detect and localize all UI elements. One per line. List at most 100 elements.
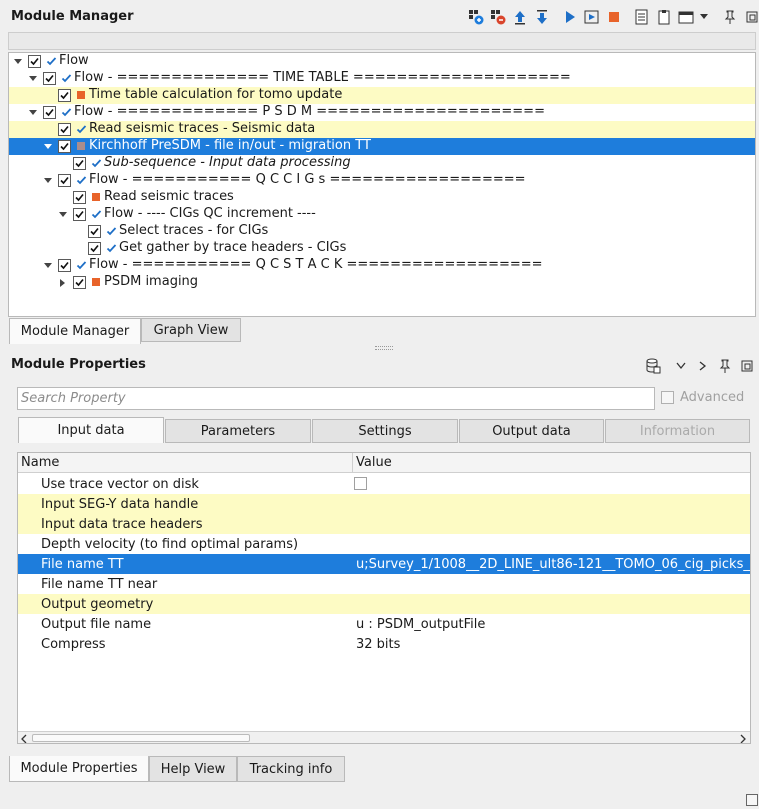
tree-item[interactable]: Flow - =========== Q C S T A C K =======… [9,257,755,274]
tab-graph-view[interactable]: Graph View [141,318,241,342]
float-icon[interactable] [738,357,756,375]
search-property-field[interactable] [17,387,655,410]
tab-output-data[interactable]: Output data [459,419,604,443]
module-properties-toolbar [644,357,759,375]
search-input[interactable] [18,388,654,409]
property-checkbox[interactable] [354,477,367,490]
enable-checkbox[interactable] [73,276,86,289]
advanced-checkbox[interactable] [661,391,674,404]
float-icon[interactable] [743,8,759,26]
enable-checkbox[interactable] [73,191,86,204]
property-row[interactable]: Output geometry [18,594,750,614]
move-up-icon[interactable] [511,8,529,26]
property-value[interactable]: u : PSDM_outputFile [356,617,750,632]
stop-icon[interactable] [605,8,623,26]
scroll-left-icon[interactable] [20,733,28,743]
property-value[interactable]: u;Survey_1/1008__2D_LINE_ult86-121__TOMO… [356,557,750,572]
enable-checkbox[interactable] [28,55,41,68]
expand-arrow-icon[interactable] [43,142,53,152]
run-icon[interactable] [561,8,579,26]
status-tick-icon [60,72,72,84]
run-step-icon[interactable] [583,8,601,26]
tree-item[interactable]: Flow - ============== TIME TABLE =======… [9,70,755,87]
tree-item[interactable]: Kirchhoff PreSDM - file in/out - migrati… [9,138,755,155]
tab-input-data[interactable]: Input data [18,417,164,443]
tree-item[interactable]: Flow - =========== Q C C I G s =========… [9,172,755,189]
property-row[interactable]: Output file name u : PSDM_outputFile [18,614,750,634]
tree-item[interactable]: Flow - ---- CIGs QC increment ---- [9,206,755,223]
copy-icon[interactable] [633,8,651,26]
tree-item[interactable]: Flow [9,53,755,70]
splitter-handle[interactable] [375,346,393,350]
enable-checkbox[interactable] [73,157,86,170]
tab-settings[interactable]: Settings [312,419,458,443]
horizontal-scrollbar[interactable] [18,731,750,743]
tab-parameters[interactable]: Parameters [165,419,311,443]
expand-arrow-icon[interactable] [43,261,53,271]
collapse-arrow-icon[interactable] [58,278,68,288]
tree-item[interactable]: Flow - ============= P S D M ===========… [9,104,755,121]
enable-checkbox[interactable] [43,106,56,119]
tree-item[interactable]: Get gather by trace headers - CIGs [9,240,755,257]
enable-checkbox[interactable] [88,242,101,255]
column-header-value: Value [356,455,392,470]
property-name: Output file name [41,616,152,632]
property-row[interactable]: Depth velocity (to find optimal params) [18,534,750,554]
property-table[interactable]: Name Value Use trace vector on disk Input… [17,452,751,744]
status-square-icon [75,140,87,152]
expand-arrow-icon[interactable] [43,176,53,186]
tree-item[interactable]: Select traces - for CIGs [9,223,755,240]
status-square [92,278,100,286]
status-tick-icon [90,208,102,220]
enable-checkbox[interactable] [73,208,86,221]
tab-label: Information [639,423,716,439]
scroll-thumb[interactable] [32,734,250,742]
property-row[interactable]: File name TT u;Survey_1/1008__2D_LINE_ult… [18,554,750,574]
advanced-label: Advanced [680,390,745,405]
enable-checkbox[interactable] [58,174,71,187]
chevron-down-icon[interactable] [672,357,690,375]
move-down-icon[interactable] [533,8,551,26]
chevron-right-icon[interactable] [694,357,712,375]
tab-module-properties[interactable]: Module Properties [9,756,149,782]
property-row[interactable]: Compress 32 bits [18,634,750,654]
add-module-icon[interactable] [467,8,485,26]
pin-icon[interactable] [716,357,734,375]
tree-item-label: Time table calculation for tomo update [89,87,343,102]
database-icon[interactable] [644,357,662,375]
pin-icon[interactable] [721,8,739,26]
tree-item[interactable]: Read seismic traces [9,189,755,206]
property-row[interactable]: Use trace vector on disk [18,474,750,494]
tree-item[interactable]: Time table calculation for tomo update [9,87,755,104]
tab-module-manager[interactable]: Module Manager [9,318,141,344]
tree-item[interactable]: Sub-sequence - Input data processing [9,155,755,172]
property-row[interactable]: Input SEG-Y data handle [18,494,750,514]
enable-checkbox[interactable] [88,225,101,238]
expand-arrow-icon[interactable] [58,210,68,220]
tab-tracking-info[interactable]: Tracking info [237,756,345,782]
enable-checkbox[interactable] [58,259,71,272]
expand-arrow-icon[interactable] [28,108,38,118]
property-row[interactable]: File name TT near [18,574,750,594]
flow-tree[interactable]: Flow Flow - ============== TIME TABLE ===… [8,52,756,317]
tab-help-view[interactable]: Help View [149,756,237,782]
tree-item[interactable]: Read seismic traces - Seismic data [9,121,755,138]
resize-corner-icon[interactable] [746,794,758,806]
expand-arrow-icon[interactable] [28,74,38,84]
tree-item[interactable]: PSDM imaging [9,274,755,291]
window-icon[interactable] [677,8,695,26]
expand-arrow-icon[interactable] [13,57,23,67]
property-row[interactable]: Input data trace headers [18,514,750,534]
scroll-right-icon[interactable] [739,733,747,743]
enable-checkbox[interactable] [43,72,56,85]
enable-checkbox[interactable] [58,89,71,102]
status-tick-icon [75,259,87,271]
paste-icon[interactable] [655,8,673,26]
tab-label: Tracking info [249,761,333,777]
menu-arrow-icon[interactable] [699,8,709,26]
remove-module-icon[interactable] [489,8,507,26]
enable-checkbox[interactable] [58,123,71,136]
property-value[interactable]: 32 bits [356,637,750,652]
enable-checkbox[interactable] [58,140,71,153]
tree-header-bar [8,32,756,50]
